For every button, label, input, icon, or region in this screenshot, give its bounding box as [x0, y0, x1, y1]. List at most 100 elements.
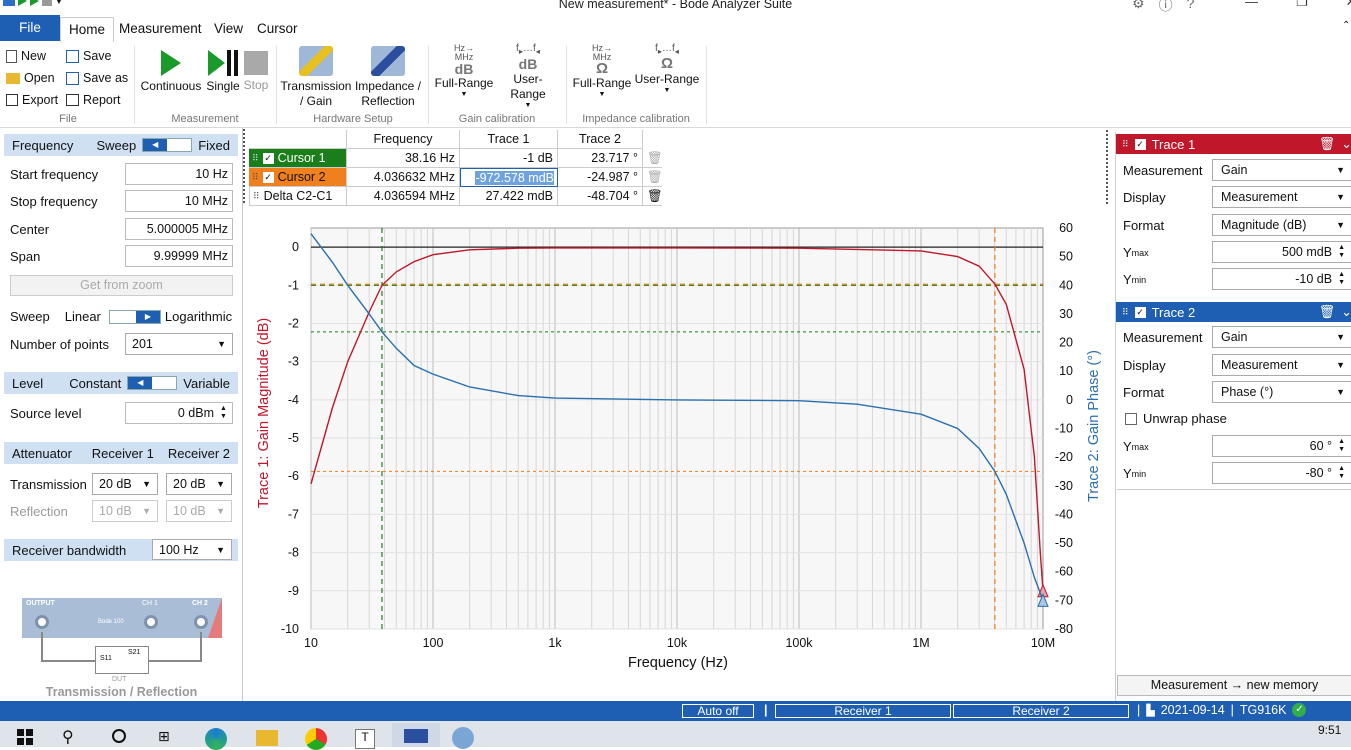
stop-button[interactable]: Stop — [242, 50, 270, 93]
app-icon[interactable] — [452, 727, 474, 749]
open-button[interactable]: Open — [6, 69, 55, 87]
t1-ymax-input[interactable]: 500 mdB ▲ ▼ — [1212, 241, 1351, 263]
checkbox-icon[interactable]: ✓ — [262, 171, 274, 183]
auto-off-indicator[interactable]: Auto off — [682, 704, 754, 718]
trash-icon[interactable]: 🗑 — [643, 149, 663, 168]
panel-splitter[interactable] — [1106, 130, 1110, 204]
trace1-delete-icon[interactable]: 🗑 — [1319, 136, 1336, 152]
tab-file[interactable]: File — [0, 15, 60, 41]
task-view-icon[interactable]: ⊞ — [158, 728, 170, 745]
table-row-cursor2[interactable]: ⠿ ✓ Cursor 2 4.036632 MHz -972.578 mdB -24… — [249, 168, 663, 187]
tab-measurement[interactable]: Measurement — [112, 18, 209, 40]
t1-ymin-input[interactable]: -10 dB ▲ ▼ — [1212, 268, 1351, 290]
trash-icon[interactable]: 🗑 — [643, 168, 663, 187]
unwrap-phase-row[interactable]: Unwrap phase — [1125, 405, 1227, 432]
constant-variable-toggle[interactable]: ◀ — [127, 376, 178, 390]
transmission-r2-select[interactable]: 20 dB ▼ — [166, 473, 232, 495]
checkbox-icon[interactable]: ✓ — [262, 152, 274, 164]
plot-svg[interactable]: 10 100 1k 10k 100k 1M 10M0-1-2-3-4-5-6-7-8-9-1… — [249, 215, 1107, 701]
drag-handle-icon[interactable]: ⠿ — [1122, 307, 1129, 318]
linear-log-toggle[interactable]: ▶ — [108, 309, 161, 324]
reflection-r2-select[interactable]: 10 dB ▼ — [166, 500, 232, 522]
search-icon[interactable]: ⚲ — [62, 727, 74, 747]
t2-ymin-value: -80 ° — [1305, 466, 1333, 480]
maximize-icon[interactable]: ❐ — [1296, 0, 1308, 10]
settings-gear-icon[interactable]: ⚙ — [1132, 0, 1145, 15]
drag-handle-icon[interactable]: ⠿ — [252, 168, 259, 186]
panel-splitter[interactable] — [243, 129, 248, 203]
imp-userrange-button[interactable]: f▸…f◂ Ω User-Range ▼ — [634, 44, 700, 95]
tab-cursor[interactable]: Cursor — [250, 18, 305, 40]
table-row-cursor1[interactable]: ⠿ ✓ Cursor 1 38.16 Hz -1 dB 23.717 ° 🗑 — [249, 149, 663, 168]
get-from-zoom-button[interactable]: Get from zoom — [10, 275, 233, 296]
tab-view[interactable]: View — [207, 18, 250, 40]
spinner-icon[interactable]: ▲ ▼ — [1338, 438, 1345, 454]
drag-handle-icon[interactable]: ⠿ — [253, 187, 260, 205]
cursor1-name-cell[interactable]: ⠿ ✓ Cursor 1 — [249, 149, 347, 168]
spinner-icon[interactable]: ▲ ▼ — [1338, 244, 1345, 260]
table-row-delta[interactable]: ⠿ Delta C2-C1 4.036594 MHz 27.422 mdB -48… — [249, 187, 663, 206]
spinner-icon[interactable]: ▲ ▼ — [1338, 271, 1345, 287]
bode-plot[interactable]: 10 100 1k 10k 100k 1M 10M 0 -1 -2 -3 -4 -5 -6 -7 -8 -9 -1… — [249, 215, 1107, 701]
file-explorer-icon[interactable] — [256, 730, 278, 746]
cursor2-trace1[interactable]: -972.578 mdB — [460, 168, 558, 187]
save-as-button[interactable]: Save as — [66, 69, 128, 87]
info-icon[interactable]: ⓘ — [1159, 0, 1173, 15]
sweep-fixed-toggle[interactable]: ◀ — [142, 138, 193, 152]
cortana-icon[interactable] — [112, 729, 126, 743]
ribbon-collapse-icon[interactable]: ⌃ — [1342, 20, 1350, 31]
export-button[interactable]: Export — [6, 91, 58, 109]
stop-frequency-input[interactable]: 10 MHz — [125, 190, 233, 212]
start-frequency-input[interactable]: 10 Hz — [125, 163, 233, 185]
t1-display-select[interactable]: Measurement ▼ — [1212, 186, 1351, 208]
reflection-r1-select[interactable]: 10 dB ▼ — [92, 500, 158, 522]
t2-measurement-select[interactable]: Gain ▼ — [1212, 326, 1351, 348]
t1-format-select[interactable]: Magnitude (dB) ▼ — [1212, 214, 1351, 236]
unwrap-checkbox-icon[interactable] — [1125, 412, 1137, 425]
bode-app-taskbar-item[interactable] — [392, 723, 440, 747]
cursor2-freq[interactable]: 4.036632 MHz — [347, 168, 460, 187]
impedance-reflection-button[interactable]: Impedance / Reflection — [352, 46, 424, 109]
continuous-button[interactable]: Continuous — [140, 50, 202, 94]
trace2-delete-icon[interactable]: 🗑 — [1319, 304, 1336, 320]
drag-handle-icon[interactable]: ⠿ — [252, 149, 259, 167]
cursor1-freq[interactable]: 38.16 Hz — [347, 149, 460, 168]
imp-fullrange-button[interactable]: Hz→ MHz Ω Full-Range ▼ — [570, 44, 634, 99]
t2-display-select[interactable]: Measurement ▼ — [1212, 354, 1351, 376]
typora-icon[interactable]: T — [355, 729, 375, 749]
span-input[interactable]: 9.99999 MHz — [125, 245, 233, 267]
trace2-collapse-icon[interactable]: ⌄ — [1341, 304, 1351, 320]
save-button[interactable]: Save — [66, 47, 112, 65]
help-icon[interactable]: ? — [1187, 0, 1195, 15]
windows-start-icon[interactable] — [17, 729, 33, 745]
single-button[interactable]: Single — [204, 50, 242, 94]
gain-fullrange-button[interactable]: Hz→ MHz dB Full-Range ▼ — [432, 44, 496, 99]
span-label: Span — [10, 249, 41, 264]
new-button[interactable]: New — [6, 47, 46, 65]
tab-home[interactable]: Home — [60, 17, 115, 43]
minimize-icon[interactable]: — — [1245, 0, 1258, 10]
transmission-gain-button[interactable]: Transmission / Gain — [280, 46, 352, 109]
spinner-icon[interactable]: ▲ ▼ — [1338, 465, 1345, 481]
num-points-select[interactable]: 201 ▼ — [125, 333, 233, 355]
trace2-checkbox-icon[interactable]: ✓ — [1134, 306, 1146, 318]
center-input[interactable]: 5.000005 MHz — [125, 218, 233, 240]
spinner-icon[interactable]: ▲ ▼ — [220, 405, 227, 421]
t2-ymin-input[interactable]: -80 ° ▲ ▼ — [1212, 462, 1351, 484]
trash-icon[interactable]: 🗑 — [643, 187, 663, 206]
t1-measurement-select[interactable]: Gain ▼ — [1212, 159, 1351, 181]
transmission-r1-select[interactable]: 20 dB ▼ — [92, 473, 158, 495]
t2-measurement-label: Measurement — [1123, 330, 1203, 345]
close-icon[interactable]: ✕ — [1346, 0, 1351, 10]
cursor2-name-cell[interactable]: ⠿ ✓ Cursor 2 — [249, 168, 347, 187]
measurement-new-memory-button[interactable]: Measurement → new memory — [1117, 675, 1351, 696]
drag-handle-icon[interactable]: ⠿ — [1122, 139, 1129, 150]
trace1-collapse-icon[interactable]: ⌄ — [1341, 136, 1351, 152]
t2-format-select[interactable]: Phase (°) ▼ — [1212, 381, 1351, 403]
receiver-bandwidth-select[interactable]: 100 Hz ▼ — [152, 539, 232, 560]
gain-userrange-button[interactable]: f▸…f◂ dB User-Range ▼ — [496, 44, 560, 110]
source-level-input[interactable]: 0 dBm — [125, 402, 233, 424]
t2-ymax-input[interactable]: 60 ° ▲ ▼ — [1212, 435, 1351, 457]
trace1-checkbox-icon[interactable]: ✓ — [1134, 138, 1146, 150]
report-button[interactable]: Report — [66, 91, 121, 109]
